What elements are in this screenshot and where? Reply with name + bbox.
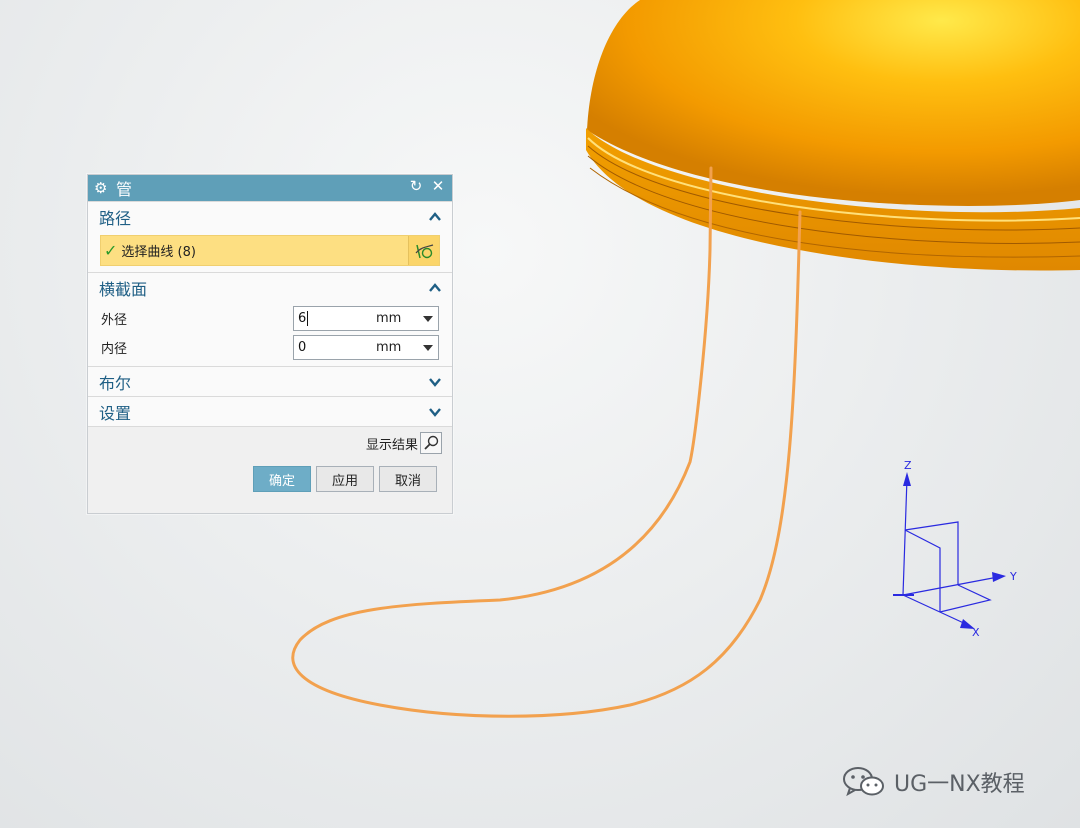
outer-diameter-row: 外径 6 mm [88,304,452,333]
outer-diameter-value[interactable]: 6 [298,311,306,326]
dialog-title-bar[interactable]: ⚙ 管 ↻ ✕ [88,175,452,201]
section-path-title: 路径 [99,208,132,228]
section-boolean-header[interactable]: 布尔 [88,366,452,396]
inner-diameter-label: 内径 [101,342,128,357]
wechat-icon [843,767,884,797]
section-cross-section-title: 横截面 [99,279,148,299]
outer-diameter-unit: mm [376,311,402,326]
select-curve-row[interactable]: ✓ 选择曲线 (8) [100,235,440,266]
chevron-down-icon[interactable] [428,405,442,419]
chevron-up-icon[interactable] [428,210,442,224]
triad-x-label: X [972,626,980,639]
ok-button[interactable]: 确定 [253,466,311,492]
dialog-buttons: 确定 应用 取消 [88,466,452,492]
dome-body[interactable] [586,0,1080,271]
triad-z-label: Z [904,459,912,472]
triad-y-label: Y [1009,570,1017,583]
chevron-down-icon[interactable] [428,375,442,389]
show-result-label: 显示结果 [365,437,418,453]
watermark-text: UG一NX教程 [894,772,1025,797]
show-result-row: 显示结果 [88,426,452,459]
section-boolean-title: 布尔 [99,373,132,393]
gear-icon[interactable]: ⚙ [94,179,112,197]
close-icon[interactable]: ✕ [430,177,446,195]
apply-button[interactable]: 应用 [316,466,374,492]
outer-diameter-field[interactable]: 6 mm [293,306,439,331]
section-settings-header[interactable]: 设置 [88,396,452,426]
magnifier-icon[interactable] [420,432,442,454]
tube-dialog: ⚙ 管 ↻ ✕ 路径 ✓ 选择曲线 (8) 横截面 外径 6 mm 内径 0 m… [87,174,453,514]
reset-icon[interactable]: ↻ [408,177,424,195]
select-curve-label: 选择曲线 (8) [121,245,196,260]
chevron-up-icon[interactable] [428,281,442,295]
watermark: UG一NX教程 [842,765,1025,799]
cancel-button[interactable]: 取消 [379,466,437,492]
unit-dropdown-icon[interactable] [423,316,433,322]
inner-diameter-row: 内径 0 mm [88,333,452,362]
inner-diameter-field[interactable]: 0 mm [293,335,439,360]
inner-diameter-value[interactable]: 0 [294,340,376,355]
curve-select-icon[interactable] [408,236,439,265]
section-cross-section-header[interactable]: 横截面 [88,272,452,302]
coordinate-triad [893,472,1006,629]
section-path-header[interactable]: 路径 [88,201,452,231]
outer-diameter-label: 外径 [101,313,128,328]
unit-dropdown-icon[interactable] [423,345,433,351]
section-settings-title: 设置 [99,403,132,423]
check-icon: ✓ [104,241,118,260]
dialog-title: 管 [116,180,133,199]
inner-diameter-unit: mm [376,340,402,355]
